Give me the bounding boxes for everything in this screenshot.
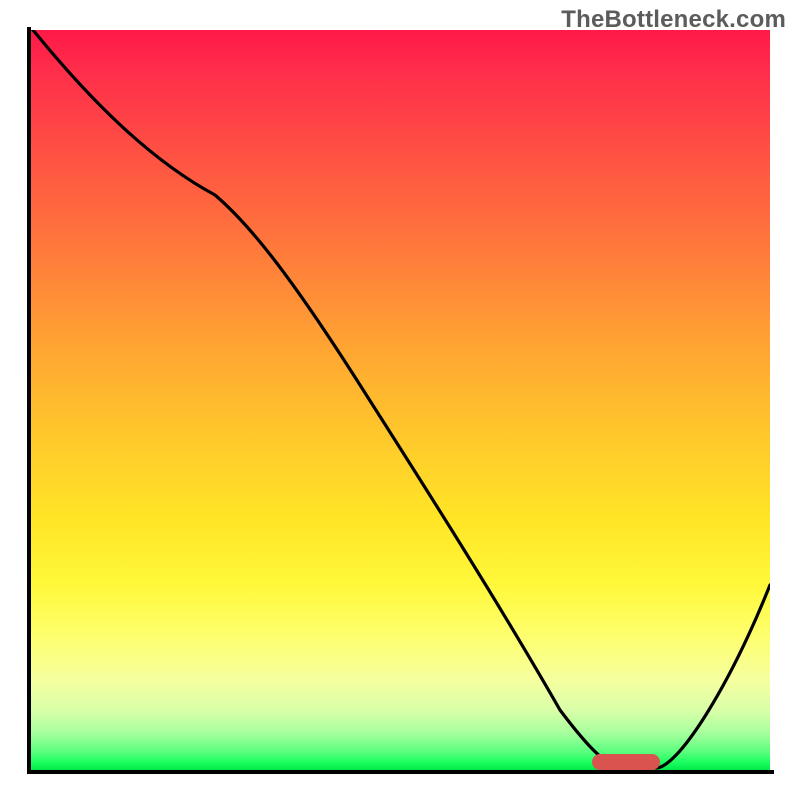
bottleneck-chart: TheBottleneck.com xyxy=(0,0,800,800)
y-axis-line xyxy=(27,27,31,774)
bottleneck-curve-path xyxy=(33,30,770,768)
watermark-text: TheBottleneck.com xyxy=(561,6,786,34)
bottleneck-curve-svg xyxy=(30,30,770,770)
plot-area xyxy=(30,30,770,770)
x-axis-line xyxy=(27,770,774,774)
optimal-range-marker xyxy=(592,754,660,770)
